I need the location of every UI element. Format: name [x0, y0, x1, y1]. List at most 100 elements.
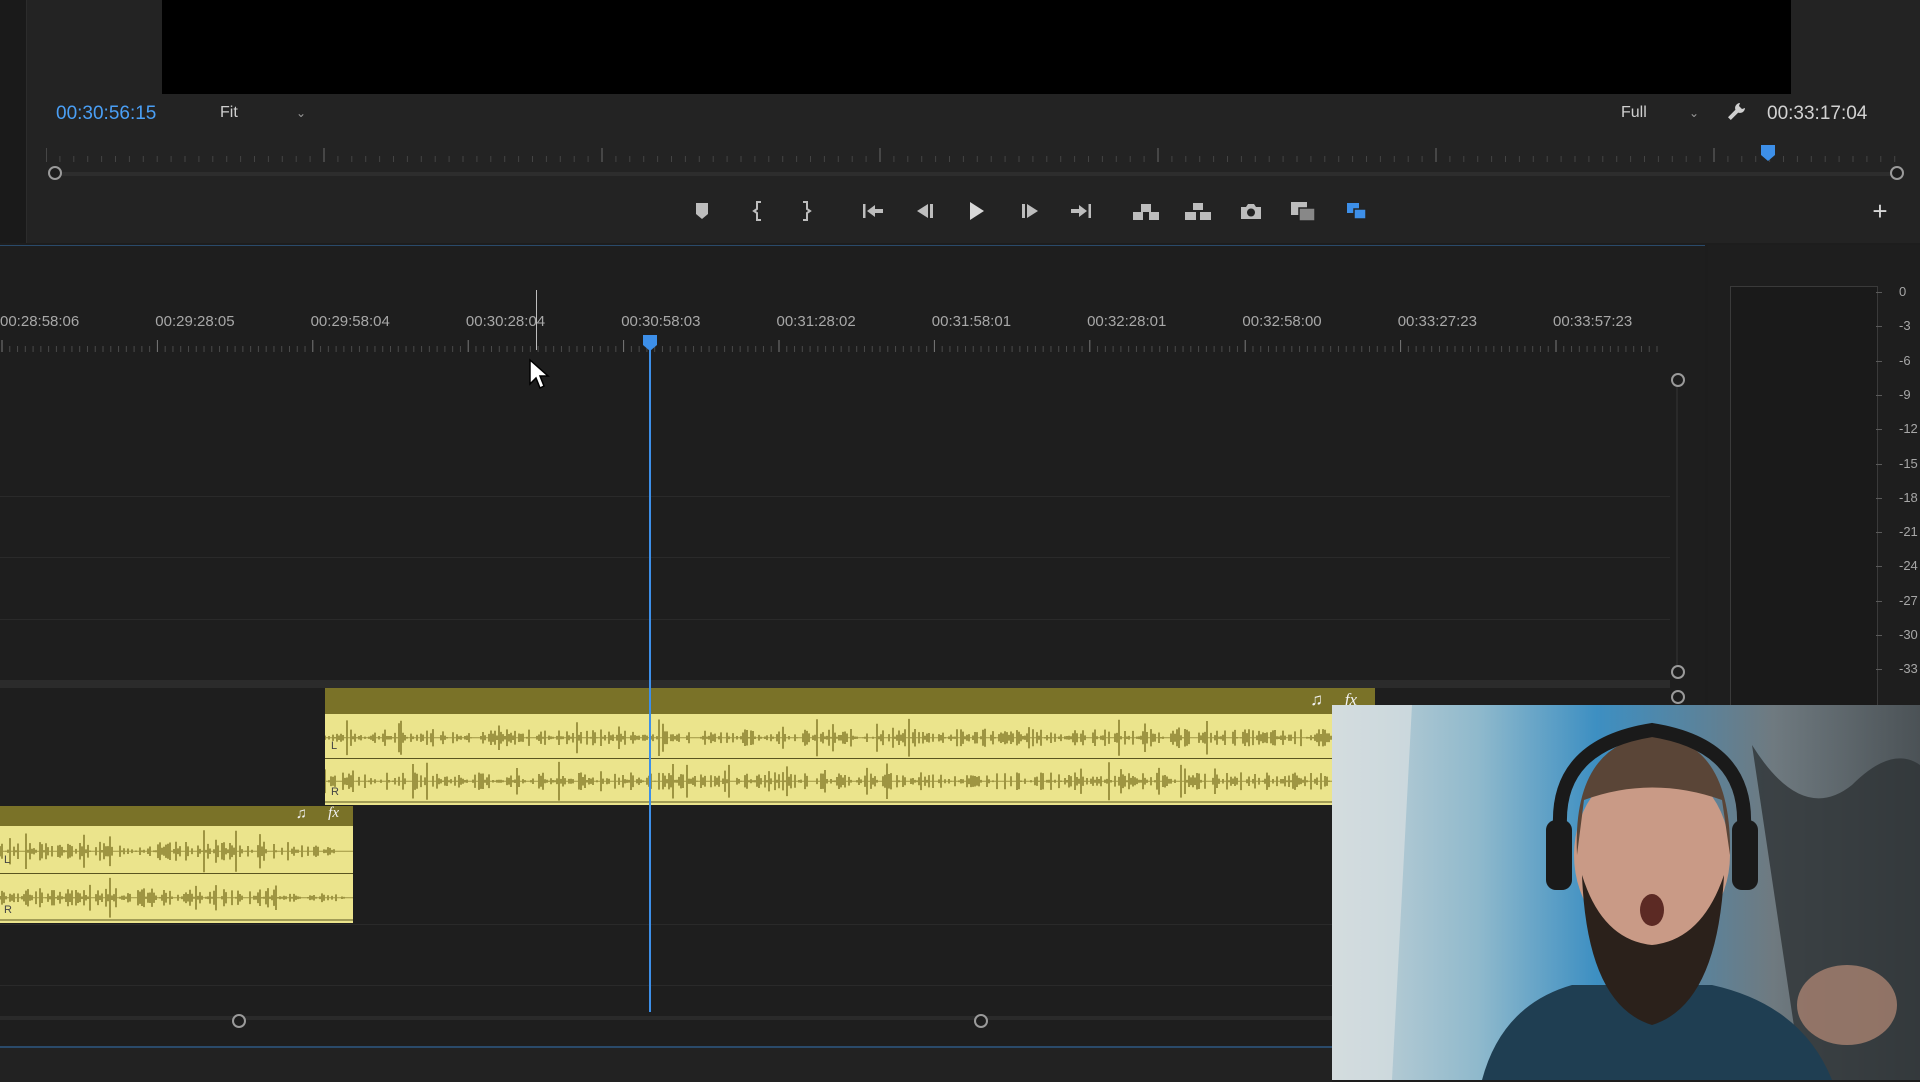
extract-icon — [1185, 203, 1211, 220]
mouse-cursor-icon — [529, 358, 550, 390]
db-label: -21 — [1899, 524, 1918, 540]
ruler-label: 00:33:27:23 — [1397, 313, 1477, 330]
add-marker-button[interactable] — [687, 196, 717, 226]
current-timecode[interactable]: 00:30:56:15 — [56, 103, 156, 125]
monitor-zoom-handle-right[interactable] — [1890, 166, 1904, 180]
db-label: -9 — [1899, 386, 1911, 402]
channel-label: R — [331, 786, 339, 798]
db-tick — [1876, 600, 1882, 602]
db-tick — [1876, 292, 1882, 293]
vertical-scroll-track[interactable] — [1676, 385, 1678, 665]
playback-resolution-value: Full — [1621, 104, 1647, 121]
zoom-level-value: Fit — [220, 104, 238, 121]
go-to-in-button[interactable] — [858, 196, 888, 226]
db-label: -18 — [1899, 489, 1918, 505]
monitor-zoom-handle-left[interactable] — [48, 166, 62, 180]
mark-out-icon — [803, 201, 812, 221]
ruler-label: 00:32:28:01 — [1087, 313, 1167, 330]
proxy-toggle-button[interactable] — [1342, 196, 1372, 226]
extract-button[interactable] — [1183, 196, 1213, 226]
ruler-label: 00:33:57:23 — [1553, 313, 1633, 330]
time-ruler-ticks[interactable] — [0, 340, 1662, 352]
comparison-view-button[interactable] — [1288, 196, 1318, 226]
go-to-out-button[interactable] — [1066, 196, 1096, 226]
track-divider — [0, 619, 1670, 620]
add-button[interactable]: + — [1865, 196, 1895, 226]
audio-note-icon: ♫ — [295, 806, 307, 822]
ruler-label: 00:31:58:01 — [931, 313, 1012, 330]
go-to-in-icon — [863, 204, 883, 218]
step-back-button[interactable] — [910, 196, 940, 226]
lift-icon — [1133, 204, 1159, 220]
db-tick — [1876, 497, 1882, 499]
audio-waveform — [325, 718, 1375, 803]
audio-clip-a2[interactable]: ♫ fx L R — [0, 806, 353, 923]
proxy-icon — [1347, 203, 1367, 220]
timeline-playhead-line[interactable] — [649, 344, 651, 1012]
ruler-label: 00:30:28:04 — [465, 313, 546, 330]
horizontal-scroll-bar[interactable] — [0, 1016, 1332, 1020]
ruler-label: 00:32:58:00 — [1242, 313, 1322, 330]
audio-scroll-handle-top[interactable] — [1671, 690, 1685, 704]
chevron-down-icon: ⌄ — [1688, 106, 1699, 120]
horizontal-scroll-handle-right[interactable] — [974, 1014, 988, 1028]
video-preview — [162, 0, 1791, 94]
left-panel-edge — [0, 0, 27, 243]
zoom-level-select[interactable]: Fit ⌄ — [212, 102, 314, 124]
channel-label: L — [331, 740, 338, 752]
timeline-bottom-bar — [0, 1046, 1332, 1082]
db-tick — [1876, 326, 1882, 328]
ruler-label: 00:28:58:06 — [0, 313, 80, 330]
monitor-playhead[interactable] — [1760, 144, 1776, 162]
audio-note-icon: ♫ — [1310, 690, 1323, 709]
db-label: -27 — [1899, 592, 1918, 608]
fx-badge-icon: fx — [328, 806, 339, 821]
db-tick — [1876, 429, 1882, 431]
db-label: -12 — [1899, 421, 1918, 437]
wrench-icon[interactable] — [1725, 101, 1747, 123]
camera-icon — [1241, 204, 1261, 219]
db-tick — [1876, 669, 1882, 671]
horizontal-scroll-handle-left[interactable] — [232, 1014, 246, 1028]
monitor-scrub-bar[interactable] — [52, 172, 1898, 176]
timeline-playhead[interactable] — [642, 334, 658, 352]
ruler-label: 00:29:58:04 — [310, 313, 390, 330]
audio-meter-bars — [1730, 286, 1878, 708]
audio-clip-a1[interactable]: ♫ fx L R — [325, 688, 1375, 805]
audio-waveform — [0, 830, 353, 921]
channel-label: R — [4, 904, 12, 916]
lift-button[interactable] — [1131, 196, 1161, 226]
chevron-down-icon: ⌄ — [295, 106, 306, 120]
hover-indicator — [536, 290, 537, 350]
video-audio-divider[interactable] — [0, 680, 1670, 688]
db-label: -24 — [1899, 558, 1918, 574]
step-forward-button[interactable] — [1015, 196, 1045, 226]
mark-out-button[interactable] — [791, 196, 821, 226]
vertical-scroll-handle-bottom[interactable] — [1671, 665, 1685, 679]
go-to-out-icon — [1071, 204, 1091, 218]
track-divider — [0, 557, 1670, 558]
monitor-time-ruler[interactable] — [46, 146, 1898, 164]
step-back-icon — [917, 204, 933, 218]
db-label: -30 — [1899, 627, 1918, 642]
comparison-icon — [1291, 202, 1316, 222]
marker-icon — [696, 203, 708, 219]
ruler-label: 00:29:28:05 — [155, 313, 235, 330]
play-button[interactable] — [961, 196, 991, 226]
playback-resolution-select[interactable]: Full ⌄ — [1613, 102, 1707, 124]
mark-in-icon — [752, 201, 761, 221]
export-frame-button[interactable] — [1236, 196, 1266, 226]
ruler-label: 00:31:28:02 — [776, 313, 856, 330]
step-forward-icon — [1022, 204, 1038, 218]
db-tick — [1876, 463, 1882, 465]
db-tick — [1876, 360, 1882, 362]
ruler-label: 00:30:58:03 — [621, 313, 701, 330]
vertical-scroll-handle-top[interactable] — [1671, 373, 1685, 387]
db-tick — [1876, 394, 1882, 396]
mark-in-button[interactable] — [743, 196, 773, 226]
db-label: -6 — [1899, 352, 1911, 368]
db-label: -3 — [1899, 318, 1911, 334]
db-tick — [1876, 566, 1882, 568]
db-label: 0 — [1899, 284, 1907, 299]
track-divider — [0, 496, 1670, 497]
